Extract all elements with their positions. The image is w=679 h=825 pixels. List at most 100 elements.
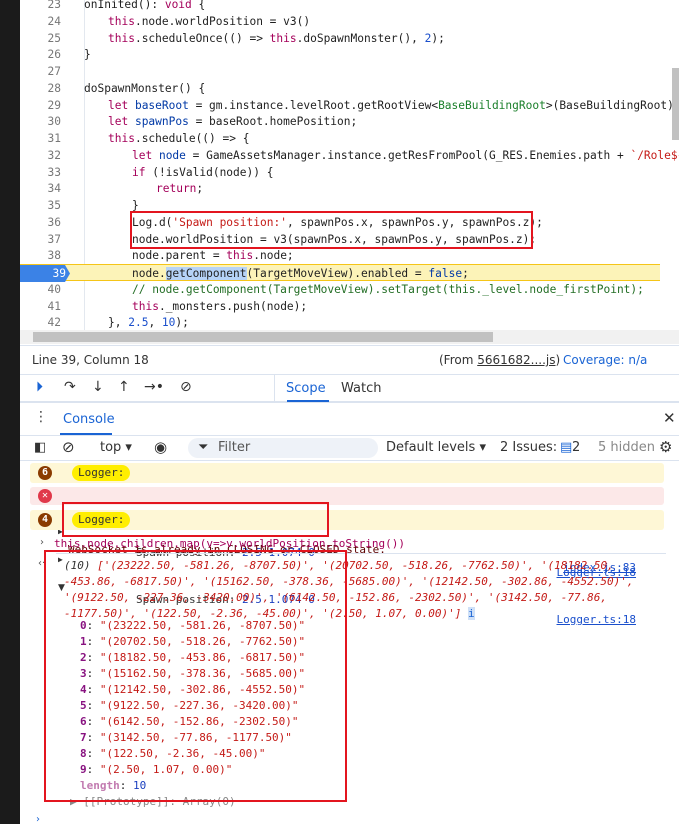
code-line[interactable]: 33 if (!isValid(node)) {	[20, 164, 660, 181]
close-drawer-icon[interactable]: ✕	[663, 409, 676, 427]
editor-status-bar: Line 39, Column 18 (From 5661682....js) …	[20, 345, 679, 375]
tab-watch[interactable]: Watch	[341, 381, 381, 396]
issues-label[interactable]: 2 Issues:	[500, 440, 557, 455]
line-number[interactable]: 24	[20, 13, 65, 30]
code-text: let baseRoot = gm.instance.levelRoot.get…	[108, 97, 679, 114]
sidebar-toggle-icon[interactable]: ◧	[34, 440, 46, 455]
line-number[interactable]: 29	[20, 97, 65, 114]
log-levels-dropdown[interactable]: Default levels ▾	[386, 440, 486, 455]
highlight-box-code	[130, 211, 533, 249]
coverage-link[interactable]: Coverage: n/a	[563, 346, 647, 374]
resume-icon[interactable]: ⏵	[36, 379, 43, 395]
code-token: (TargetMoveView).enabled =	[246, 267, 429, 280]
code-line[interactable]: 25 this.scheduleOnce(() => this.doSpawnMo…	[20, 30, 660, 47]
line-number[interactable]: 34	[20, 180, 65, 197]
line-number[interactable]: 28	[20, 80, 65, 97]
code-line[interactable]: 38 node.parent = this.node;	[20, 247, 660, 264]
code-line[interactable]: 29 let baseRoot = gm.instance.levelRoot.g…	[20, 97, 679, 114]
line-number[interactable]: 40	[20, 281, 65, 298]
line-number[interactable]: 25	[20, 30, 65, 47]
code-line[interactable]: 32 let node = GameAssetsManager.instance.…	[20, 147, 679, 164]
code-token: = GameAssetsManager.instance.getResFromP…	[185, 148, 631, 162]
code-line[interactable]: 26}	[20, 46, 660, 63]
code-token: );	[431, 31, 445, 45]
code-line[interactable]: 31 this.schedule(() => {	[20, 130, 660, 147]
source-file-link[interactable]: 5661682....js	[477, 353, 555, 367]
console-message-warn[interactable]: 6 ▶ Logger: Spawn position: 2.5 1.074 0 …	[30, 463, 664, 579]
code-text: this.scheduleOnce(() => this.doSpawnMons…	[108, 30, 445, 47]
code-text: let spawnPos = baseRoot.homePosition;	[108, 113, 357, 130]
step-out-icon[interactable]: ↑	[118, 379, 130, 395]
line-number[interactable]: 33	[20, 164, 65, 181]
line-number[interactable]: 39	[20, 265, 70, 282]
line-number[interactable]: 31	[20, 130, 65, 147]
repeat-count-badge: 6	[38, 466, 52, 480]
code-text: doSpawnMonster() {	[84, 80, 205, 97]
line-number[interactable]: 23	[20, 0, 65, 13]
line-number[interactable]: 36	[20, 214, 65, 231]
line-number[interactable]: 32	[20, 147, 65, 164]
line-number[interactable]: 41	[20, 298, 65, 315]
filter-input[interactable]: ⏷ Filter	[188, 438, 378, 458]
from-prefix: (From	[439, 353, 478, 367]
live-expression-eye-icon[interactable]: ◉	[154, 438, 167, 456]
line-number[interactable]: 30	[20, 113, 65, 130]
repeat-count-badge: 4	[38, 513, 52, 527]
code-line[interactable]: 27	[20, 63, 660, 80]
issues-count[interactable]: 2	[572, 440, 580, 455]
code-text: onInited(): void {	[84, 0, 205, 13]
editor-vertical-scrollbar[interactable]	[672, 68, 679, 140]
debugger-toolbar: ⏵ ↷ ↓ ↑ →• ⊘ Scope Watch	[20, 375, 679, 403]
code-line[interactable]: 24 this.node.worldPosition = v3()	[20, 13, 660, 30]
step-icon[interactable]: →•	[144, 379, 164, 395]
code-line-paused[interactable]: 39 node.getComponent(TargetMoveView).enab…	[20, 264, 660, 282]
tab-console[interactable]: Console	[63, 412, 115, 427]
code-token: onInited():	[84, 0, 165, 11]
editor-horizontal-scrollbar[interactable]	[20, 330, 679, 344]
code-token: node	[158, 148, 186, 162]
line-number[interactable]: 42	[20, 314, 65, 330]
code-line[interactable]: 41 this._monsters.push(node);	[20, 298, 660, 315]
code-token: = baseRoot.homePosition;	[188, 115, 358, 129]
code-text: // node.getComponent(TargetMoveView).set…	[132, 281, 644, 298]
code-token: this	[108, 132, 135, 145]
step-into-icon[interactable]: ↓	[92, 379, 104, 395]
code-token: let	[108, 98, 135, 112]
scroll-thumb[interactable]	[33, 332, 493, 342]
highlight-box-result	[44, 550, 347, 802]
code-token: .schedule(() => {	[134, 132, 250, 145]
drawer-tab-bar: ⋮ Console ✕	[20, 403, 679, 436]
code-line[interactable]: 34 return;	[20, 180, 660, 197]
line-number[interactable]: 26	[20, 46, 65, 63]
line-number[interactable]: 38	[20, 247, 65, 264]
code-token: },	[108, 316, 129, 330]
code-text: let node = GameAssetsManager.instance.ge…	[132, 147, 679, 164]
code-token: return	[156, 182, 197, 196]
code-token: ;	[462, 267, 469, 280]
window-edge	[0, 0, 20, 824]
line-number[interactable]: 37	[20, 231, 65, 248]
source-from: (From 5661682....js)	[439, 346, 560, 374]
code-text: }	[84, 46, 91, 63]
code-token: (!isValid(node)) {	[145, 165, 274, 179]
code-line[interactable]: 23 onInited(): void {	[20, 0, 660, 13]
deactivate-breakpoints-icon[interactable]: ⊘	[180, 379, 192, 395]
tab-scope[interactable]: Scope	[286, 381, 326, 396]
source-editor[interactable]: 23 onInited(): void {24 this.node.worldPos…	[20, 0, 679, 330]
line-number[interactable]: 35	[20, 197, 65, 214]
line-number[interactable]: 27	[20, 63, 65, 80]
code-token: spawnPos	[134, 115, 189, 129]
clear-console-icon[interactable]: ⊘	[62, 438, 75, 456]
code-line[interactable]: 30 let spawnPos = baseRoot.homePosition;	[20, 113, 660, 130]
code-line[interactable]: 28 doSpawnMonster() {	[20, 80, 660, 97]
code-line[interactable]: 40 // node.getComponent(TargetMoveView).s…	[20, 281, 660, 298]
code-token: this	[226, 249, 254, 263]
code-text: return;	[156, 180, 203, 197]
step-over-icon[interactable]: ↷	[64, 379, 76, 395]
more-tabs-icon[interactable]: ⋮	[34, 409, 48, 425]
settings-gear-icon[interactable]: ⚙	[659, 438, 672, 456]
console-prompt-icon[interactable]: ›	[36, 814, 40, 825]
issues-icon[interactable]: ▤	[560, 440, 572, 455]
context-selector[interactable]: top ▾	[100, 440, 132, 455]
code-line[interactable]: 42}, 2.5, 10);	[20, 314, 660, 330]
